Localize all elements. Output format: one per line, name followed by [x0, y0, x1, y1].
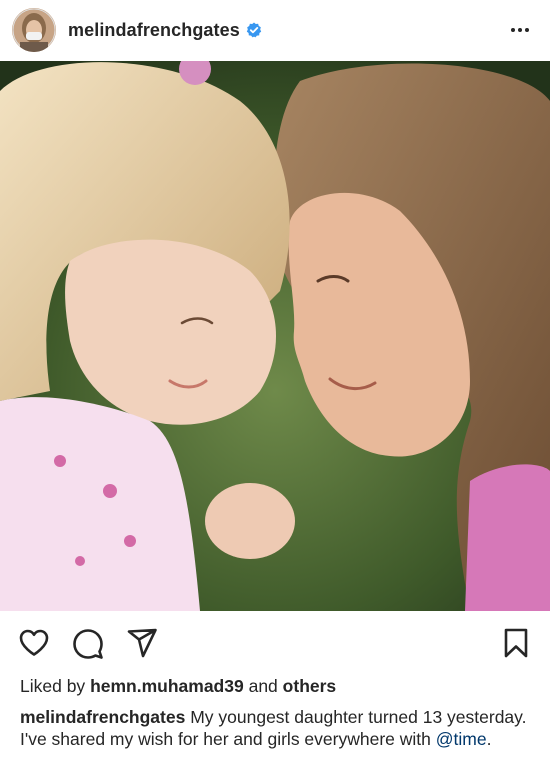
caption-end: .	[486, 729, 492, 749]
likes-prefix: Liked by	[20, 676, 86, 696]
likes-user[interactable]: hemn.muhamad39	[90, 676, 244, 696]
comment-icon[interactable]	[72, 627, 104, 659]
more-dots-icon[interactable]	[502, 12, 538, 48]
heart-icon[interactable]	[18, 627, 50, 659]
post-header: melindafrenchgates	[0, 0, 550, 60]
post-username[interactable]: melindafrenchgates	[68, 20, 240, 41]
likes-others[interactable]: others	[283, 676, 336, 696]
verified-badge-icon	[246, 22, 262, 38]
bookmark-icon[interactable]	[500, 627, 532, 659]
share-icon[interactable]	[126, 627, 158, 659]
caption-mention[interactable]: @time	[436, 729, 487, 749]
profile-avatar[interactable]	[12, 8, 56, 52]
post-actions	[0, 611, 550, 671]
likes-joiner: and	[248, 676, 278, 696]
likes-line: Liked by hemn.muhamad39 and others	[20, 676, 336, 697]
caption-username[interactable]: melindafrenchgates	[20, 707, 185, 727]
post-photo[interactable]	[0, 61, 550, 611]
post-caption: melindafrenchgates My youngest daughter …	[20, 706, 535, 750]
